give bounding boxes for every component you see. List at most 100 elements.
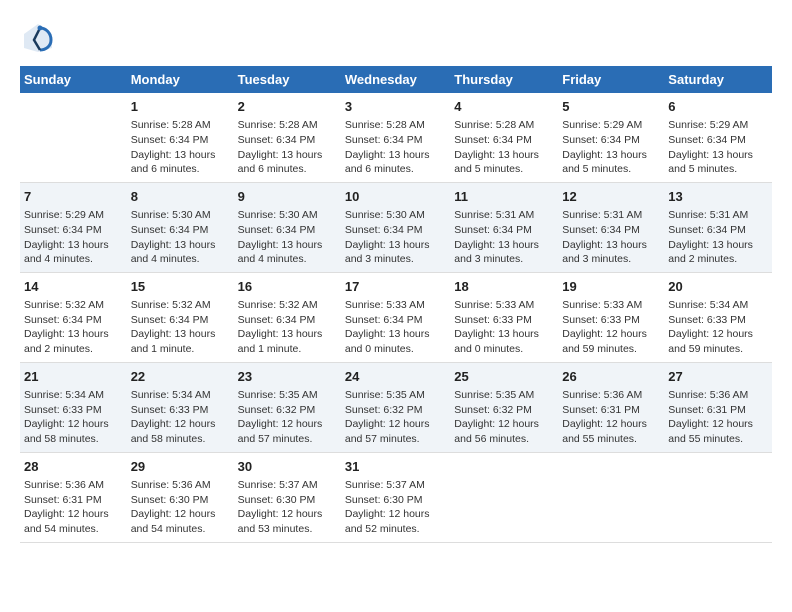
- day-number: 23: [238, 368, 337, 386]
- day-number: 27: [668, 368, 768, 386]
- calendar-cell: 9 Sunrise: 5:30 AM Sunset: 6:34 PM Daylig…: [234, 182, 341, 272]
- header-cell-thursday: Thursday: [450, 66, 558, 93]
- calendar-cell: 19Sunrise: 5:33 AM Sunset: 6:33 PM Dayli…: [558, 272, 664, 362]
- calendar-cell: 24 Sunrise: 5:35 AM Sunset: 6:32 PM Dayli…: [341, 362, 450, 452]
- calendar-week-row: 1 Sunrise: 5:28 AM Sunset: 6:34 PM Daylig…: [20, 93, 772, 182]
- day-info: Sunrise: 5:31 AM Sunset: 6:34 PM Dayligh…: [562, 208, 660, 267]
- calendar-cell: 30 Sunrise: 5:37 AM Sunset: 6:30 PM Dayli…: [234, 452, 341, 542]
- day-info: Sunrise: 5:35 AM Sunset: 6:32 PM Dayligh…: [345, 388, 446, 447]
- day-info: Sunrise: 5:31 AM Sunset: 6:34 PM Dayligh…: [454, 208, 554, 267]
- calendar-cell: 8 Sunrise: 5:30 AM Sunset: 6:34 PM Daylig…: [127, 182, 234, 272]
- calendar-body: 1 Sunrise: 5:28 AM Sunset: 6:34 PM Daylig…: [20, 93, 772, 542]
- day-info: Sunrise: 5:35 AM Sunset: 6:32 PM Dayligh…: [454, 388, 554, 447]
- calendar-cell: 7Sunrise: 5:29 AM Sunset: 6:34 PM Daylig…: [20, 182, 127, 272]
- calendar-cell: 25 Sunrise: 5:35 AM Sunset: 6:32 PM Dayli…: [450, 362, 558, 452]
- day-info: Sunrise: 5:34 AM Sunset: 6:33 PM Dayligh…: [131, 388, 230, 447]
- day-number: 5: [562, 98, 660, 116]
- day-number: 29: [131, 458, 230, 476]
- day-info: Sunrise: 5:30 AM Sunset: 6:34 PM Dayligh…: [345, 208, 446, 267]
- day-number: 20: [668, 278, 768, 296]
- day-number: 14: [24, 278, 123, 296]
- calendar-table: SundayMondayTuesdayWednesdayThursdayFrid…: [20, 66, 772, 543]
- calendar-cell: 21 Sunrise: 5:34 AM Sunset: 6:33 PM Dayli…: [20, 362, 127, 452]
- day-number: 17: [345, 278, 446, 296]
- day-number: 24: [345, 368, 446, 386]
- calendar-cell: 2Sunrise: 5:28 AM Sunset: 6:34 PM Daylig…: [234, 93, 341, 182]
- header: [20, 20, 772, 56]
- day-number: 12: [562, 188, 660, 206]
- day-number: 3: [345, 98, 446, 116]
- day-number: 1: [131, 98, 230, 116]
- day-info: Sunrise: 5:33 AM Sunset: 6:33 PM Dayligh…: [454, 298, 554, 357]
- calendar-cell: 4 Sunrise: 5:28 AM Sunset: 6:34 PM Daylig…: [450, 93, 558, 182]
- day-info: Sunrise: 5:32 AM Sunset: 6:34 PM Dayligh…: [131, 298, 230, 357]
- calendar-cell: [664, 452, 772, 542]
- day-number: 13: [668, 188, 768, 206]
- day-info: Sunrise: 5:29 AM Sunset: 6:34 PM Dayligh…: [668, 118, 768, 177]
- calendar-week-row: 28 Sunrise: 5:36 AM Sunset: 6:31 PM Dayli…: [20, 452, 772, 542]
- day-number: 28: [24, 458, 123, 476]
- header-cell-friday: Friday: [558, 66, 664, 93]
- day-number: 4: [454, 98, 554, 116]
- day-number: 21: [24, 368, 123, 386]
- logo: [20, 20, 60, 56]
- day-info: Sunrise: 5:32 AM Sunset: 6:34 PM Dayligh…: [24, 298, 123, 357]
- calendar-cell: [450, 452, 558, 542]
- day-number: 19: [562, 278, 660, 296]
- calendar-cell: 27 Sunrise: 5:36 AM Sunset: 6:31 PM Dayli…: [664, 362, 772, 452]
- day-info: Sunrise: 5:30 AM Sunset: 6:34 PM Dayligh…: [131, 208, 230, 267]
- calendar-cell: 22Sunrise: 5:34 AM Sunset: 6:33 PM Dayli…: [127, 362, 234, 452]
- calendar-cell: 10 Sunrise: 5:30 AM Sunset: 6:34 PM Dayli…: [341, 182, 450, 272]
- calendar-cell: 29 Sunrise: 5:36 AM Sunset: 6:30 PM Dayli…: [127, 452, 234, 542]
- calendar-cell: 5Sunrise: 5:29 AM Sunset: 6:34 PM Daylig…: [558, 93, 664, 182]
- day-number: 10: [345, 188, 446, 206]
- day-number: 16: [238, 278, 337, 296]
- day-number: 25: [454, 368, 554, 386]
- day-info: Sunrise: 5:30 AM Sunset: 6:34 PM Dayligh…: [238, 208, 337, 267]
- calendar-cell: 14 Sunrise: 5:32 AM Sunset: 6:34 PM Dayli…: [20, 272, 127, 362]
- calendar-cell: 1 Sunrise: 5:28 AM Sunset: 6:34 PM Daylig…: [127, 93, 234, 182]
- header-cell-sunday: Sunday: [20, 66, 127, 93]
- day-info: Sunrise: 5:31 AM Sunset: 6:34 PM Dayligh…: [668, 208, 768, 267]
- header-cell-saturday: Saturday: [664, 66, 772, 93]
- day-info: Sunrise: 5:33 AM Sunset: 6:34 PM Dayligh…: [345, 298, 446, 357]
- calendar-cell: 15 Sunrise: 5:32 AM Sunset: 6:34 PM Dayli…: [127, 272, 234, 362]
- day-info: Sunrise: 5:34 AM Sunset: 6:33 PM Dayligh…: [24, 388, 123, 447]
- day-info: Sunrise: 5:28 AM Sunset: 6:34 PM Dayligh…: [454, 118, 554, 177]
- calendar-cell: [20, 93, 127, 182]
- header-cell-tuesday: Tuesday: [234, 66, 341, 93]
- day-info: Sunrise: 5:32 AM Sunset: 6:34 PM Dayligh…: [238, 298, 337, 357]
- calendar-cell: 12 Sunrise: 5:31 AM Sunset: 6:34 PM Dayli…: [558, 182, 664, 272]
- calendar-header-row: SundayMondayTuesdayWednesdayThursdayFrid…: [20, 66, 772, 93]
- calendar-week-row: 21 Sunrise: 5:34 AM Sunset: 6:33 PM Dayli…: [20, 362, 772, 452]
- day-info: Sunrise: 5:28 AM Sunset: 6:34 PM Dayligh…: [131, 118, 230, 177]
- calendar-week-row: 14 Sunrise: 5:32 AM Sunset: 6:34 PM Dayli…: [20, 272, 772, 362]
- day-number: 11: [454, 188, 554, 206]
- day-info: Sunrise: 5:36 AM Sunset: 6:31 PM Dayligh…: [562, 388, 660, 447]
- day-number: 15: [131, 278, 230, 296]
- calendar-week-row: 7Sunrise: 5:29 AM Sunset: 6:34 PM Daylig…: [20, 182, 772, 272]
- header-cell-wednesday: Wednesday: [341, 66, 450, 93]
- calendar-cell: 18 Sunrise: 5:33 AM Sunset: 6:33 PM Dayli…: [450, 272, 558, 362]
- day-number: 30: [238, 458, 337, 476]
- day-info: Sunrise: 5:35 AM Sunset: 6:32 PM Dayligh…: [238, 388, 337, 447]
- day-info: Sunrise: 5:28 AM Sunset: 6:34 PM Dayligh…: [345, 118, 446, 177]
- day-info: Sunrise: 5:36 AM Sunset: 6:31 PM Dayligh…: [24, 478, 123, 537]
- header-cell-monday: Monday: [127, 66, 234, 93]
- calendar-cell: 26Sunrise: 5:36 AM Sunset: 6:31 PM Dayli…: [558, 362, 664, 452]
- calendar-cell: 23 Sunrise: 5:35 AM Sunset: 6:32 PM Dayli…: [234, 362, 341, 452]
- calendar-cell: 31Sunrise: 5:37 AM Sunset: 6:30 PM Dayli…: [341, 452, 450, 542]
- calendar-cell: 11 Sunrise: 5:31 AM Sunset: 6:34 PM Dayli…: [450, 182, 558, 272]
- day-info: Sunrise: 5:37 AM Sunset: 6:30 PM Dayligh…: [238, 478, 337, 537]
- day-info: Sunrise: 5:36 AM Sunset: 6:30 PM Dayligh…: [131, 478, 230, 537]
- calendar-cell: 16 Sunrise: 5:32 AM Sunset: 6:34 PM Dayli…: [234, 272, 341, 362]
- day-number: 8: [131, 188, 230, 206]
- day-number: 18: [454, 278, 554, 296]
- day-info: Sunrise: 5:28 AM Sunset: 6:34 PM Dayligh…: [238, 118, 337, 177]
- day-info: Sunrise: 5:36 AM Sunset: 6:31 PM Dayligh…: [668, 388, 768, 447]
- day-number: 9: [238, 188, 337, 206]
- calendar-cell: [558, 452, 664, 542]
- day-info: Sunrise: 5:29 AM Sunset: 6:34 PM Dayligh…: [24, 208, 123, 267]
- day-number: 31: [345, 458, 446, 476]
- day-number: 6: [668, 98, 768, 116]
